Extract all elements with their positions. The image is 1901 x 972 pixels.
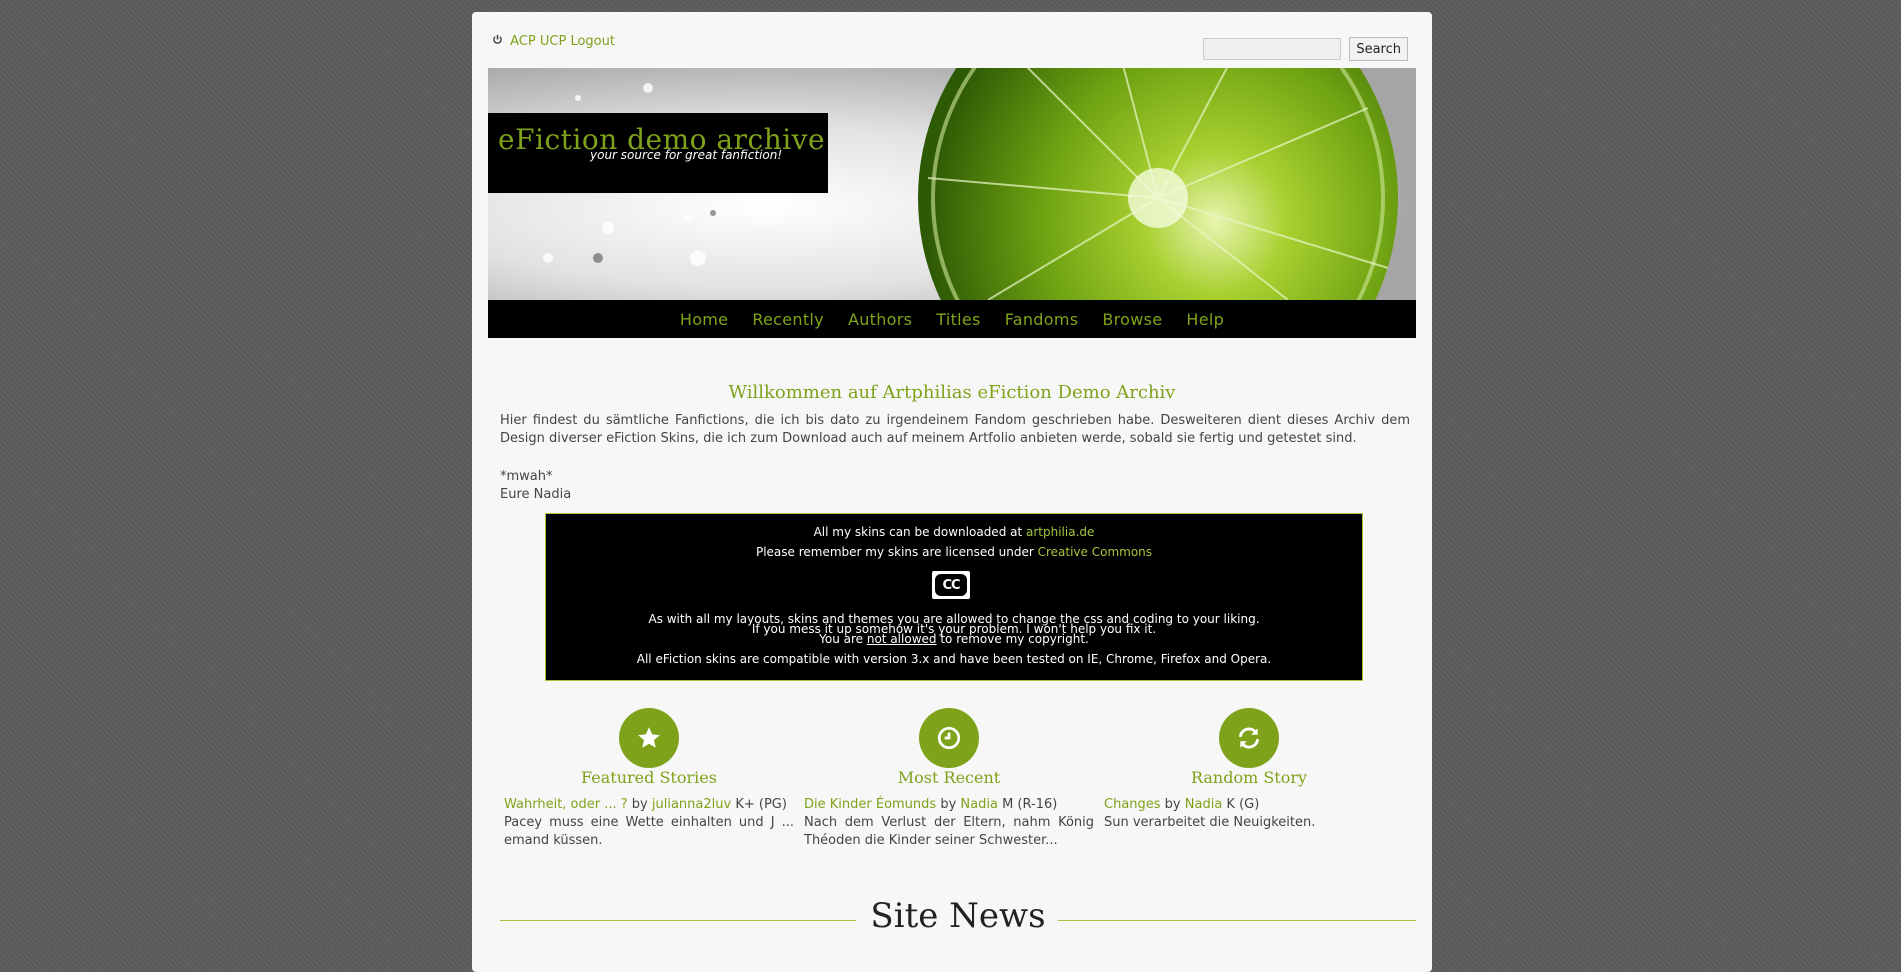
nav-recently[interactable]: Recently: [752, 310, 824, 329]
refresh-icon: [1219, 708, 1279, 768]
power-icon: [492, 34, 503, 48]
nav-browse[interactable]: Browse: [1102, 310, 1162, 329]
welcome-title: Willkommen auf Artphilias eFiction Demo …: [728, 382, 1176, 403]
story-link[interactable]: Changes: [1104, 797, 1161, 812]
cc-badge-text: CC: [935, 574, 967, 596]
sign-line-1: *mwah*: [500, 469, 553, 484]
clock-icon: [919, 708, 979, 768]
by-text: by: [627, 797, 652, 812]
search-form: Search: [1203, 37, 1408, 61]
featured-stories-title: Featured Stories: [581, 768, 717, 787]
by-text: by: [936, 797, 961, 812]
header-banner: eFiction demo archive your source for gr…: [488, 68, 1416, 300]
main-nav: Home Recently Authors Titles Fandoms Bro…: [488, 300, 1416, 338]
creative-commons-link[interactable]: Creative Commons: [1038, 545, 1152, 559]
story-link[interactable]: Wahrheit, oder ... ?: [504, 797, 628, 812]
story-link[interactable]: Die Kinder Éomunds: [804, 797, 936, 812]
nav-titles[interactable]: Titles: [936, 310, 980, 329]
sign-line-2: Eure Nadia: [500, 487, 572, 502]
story-summary: Nach dem Verlust der Eltern, nahm König …: [804, 815, 1094, 848]
notice-line-6: All eFiction skins are compatible with v…: [636, 652, 1272, 666]
rating-text: K+ (PG): [731, 797, 787, 812]
welcome-text: Hier findest du sämtliche Fanfictions, d…: [500, 413, 1410, 446]
story-summary: Sun verarbeitet die Neuigkeiten.: [1104, 815, 1316, 830]
story-summary: Pacey muss eine Wette einhalten und J ..…: [504, 815, 794, 848]
not-allowed-text: not allowed: [866, 632, 937, 646]
artphilia-link[interactable]: artphilia.de: [1026, 525, 1094, 539]
nav-help[interactable]: Help: [1186, 310, 1224, 329]
acp-link[interactable]: ACP: [510, 34, 536, 49]
star-icon: [619, 708, 679, 768]
user-links: ACP UCP Logout: [492, 34, 615, 49]
title-box: eFiction demo archive your source for gr…: [488, 113, 828, 193]
author-link[interactable]: Nadia: [1185, 797, 1223, 812]
notice-line-2: Please remember my skins are licensed un…: [546, 545, 1362, 559]
notice-text: You are: [819, 632, 867, 646]
notice-text: All my skins can be downloaded at: [813, 525, 1026, 539]
site-news-heading: Site News: [500, 882, 1416, 936]
notice-line-1: All my skins can be downloaded at artphi…: [546, 525, 1362, 539]
random-story-title: Random Story: [1190, 768, 1308, 787]
rating-text: K (G): [1222, 797, 1260, 812]
featured-story-entry: Wahrheit, oder ... ? by julianna2luv K+ …: [504, 796, 794, 850]
welcome-signature: *mwah* Eure Nadia: [500, 468, 571, 504]
notice-text: to remove my copyright.: [936, 632, 1089, 646]
site-news-title: Site News: [870, 896, 1046, 936]
page-container: ACP UCP Logout Search eFiction demo arch…: [472, 12, 1432, 972]
most-recent-title: Most Recent: [897, 768, 1001, 787]
search-button[interactable]: Search: [1349, 37, 1408, 61]
random-story-entry: Changes by Nadia K (G) Sun verarbeitet d…: [1104, 796, 1394, 832]
notice-line-5: You are not allowed to remove my copyrig…: [546, 632, 1362, 646]
nav-authors[interactable]: Authors: [848, 310, 912, 329]
site-slogan: your source for great fanfiction!: [590, 148, 783, 162]
nav-fandoms[interactable]: Fandoms: [1005, 310, 1079, 329]
author-link[interactable]: julianna2luv: [652, 797, 731, 812]
author-link[interactable]: Nadia: [960, 797, 998, 812]
skin-notice: All my skins can be downloaded at artphi…: [545, 513, 1363, 681]
logout-link[interactable]: Logout: [570, 34, 615, 49]
rating-text: M (R-16): [997, 797, 1058, 812]
cc-icon[interactable]: CC: [932, 571, 970, 599]
nav-home[interactable]: Home: [680, 310, 728, 329]
search-input[interactable]: [1203, 38, 1342, 60]
by-text: by: [1160, 797, 1185, 812]
recent-story-entry: Die Kinder Éomunds by Nadia M (R-16) Nac…: [804, 796, 1094, 850]
ucp-link[interactable]: UCP: [540, 34, 566, 49]
notice-text: Please remember my skins are licensed un…: [755, 545, 1038, 559]
